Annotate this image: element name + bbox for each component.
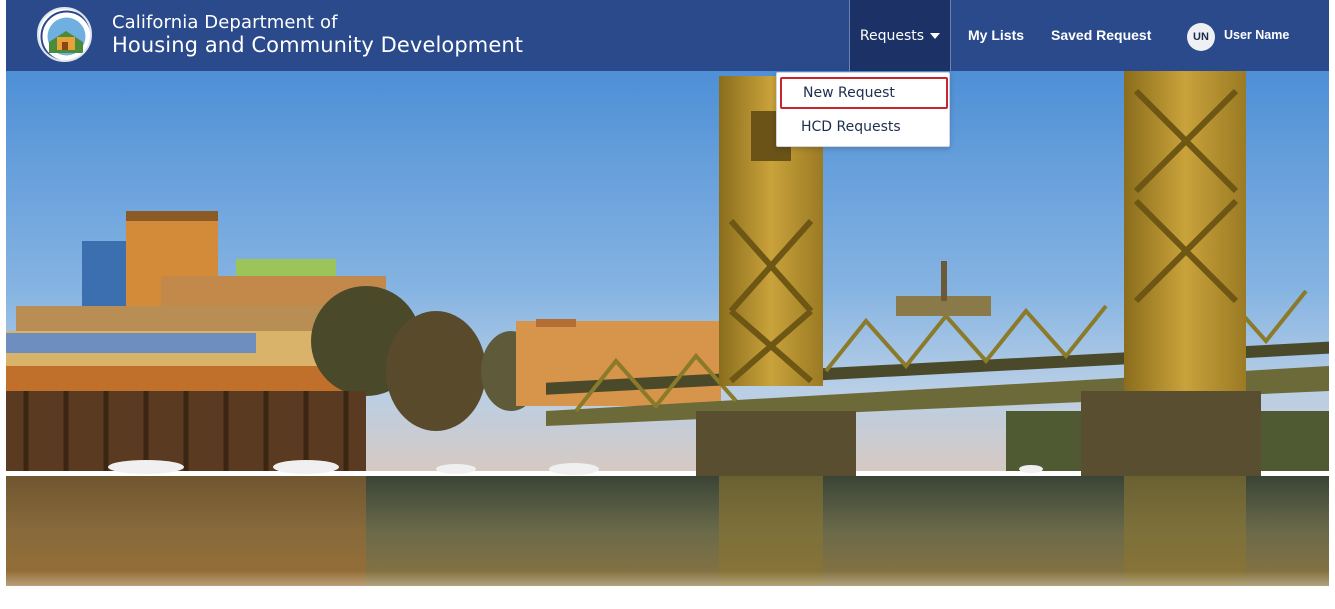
nav-requests-label: Requests <box>859 27 925 44</box>
nav-my-lists-link[interactable]: My Lists <box>968 27 1024 43</box>
brand-line1: California Department of <box>112 12 338 33</box>
hero-image <box>6 71 1329 609</box>
requests-dropdown-menu: New Request HCD Requests <box>776 72 950 147</box>
brand-title[interactable]: California Department of Housing and Com… <box>112 14 523 56</box>
app-frame: California Department of Housing and Com… <box>6 0 1329 609</box>
user-name-link[interactable]: User Name <box>1224 28 1289 42</box>
menu-item-hcd-requests[interactable]: HCD Requests <box>780 111 948 143</box>
california-seal-icon[interactable] <box>37 7 92 62</box>
brand-line2: Housing and Community Development <box>112 33 524 57</box>
top-header: California Department of Housing and Com… <box>6 0 1329 71</box>
caret-down-icon <box>930 32 941 39</box>
nav-saved-request-link[interactable]: Saved Request <box>1051 27 1151 43</box>
avatar[interactable]: UN <box>1187 23 1215 51</box>
nav-requests-button[interactable]: Requests <box>849 0 951 71</box>
menu-item-new-request[interactable]: New Request <box>780 77 948 109</box>
